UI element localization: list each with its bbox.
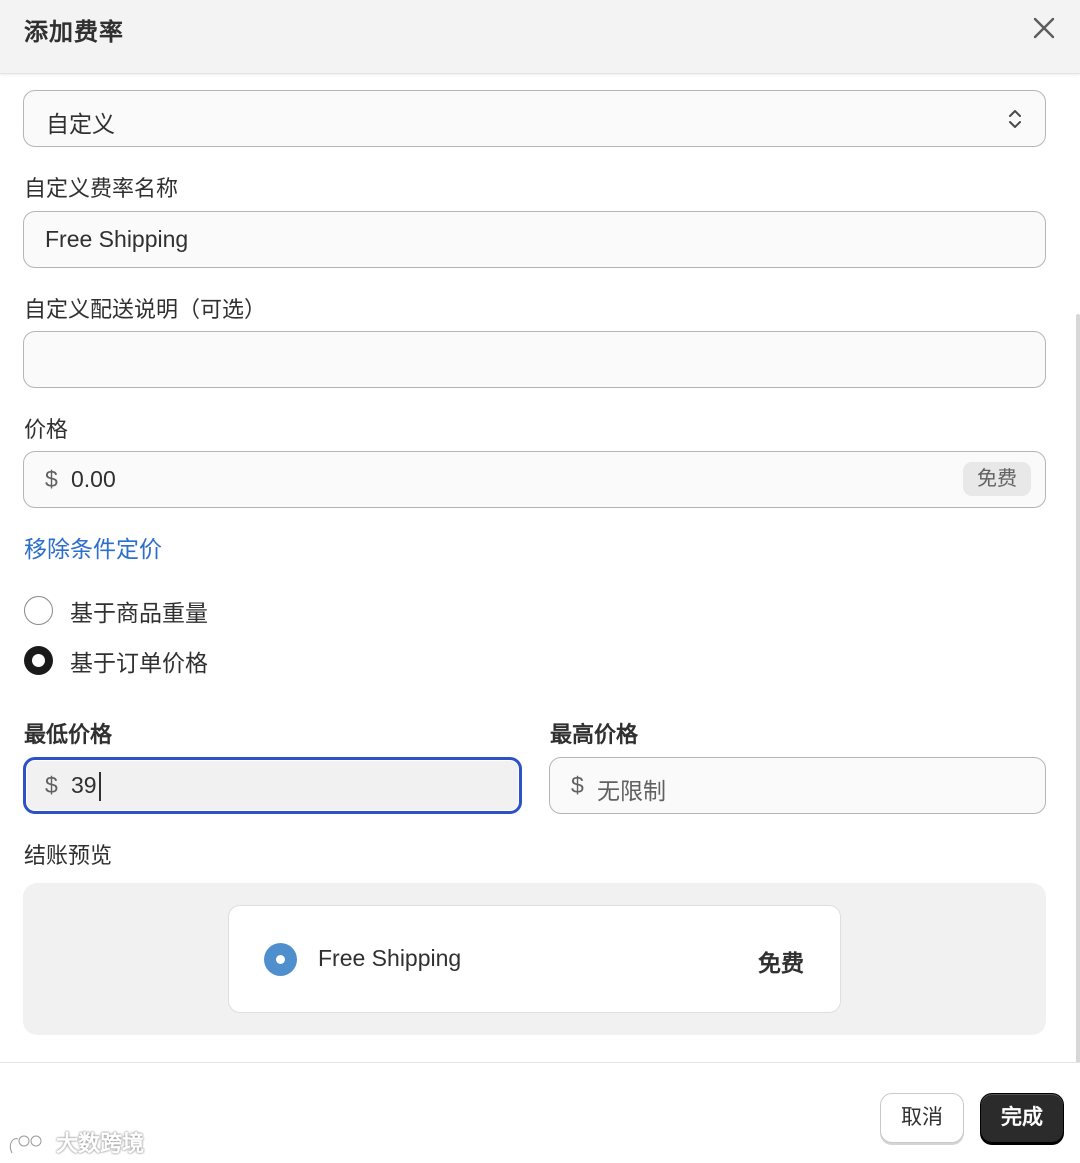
- watermark: 大数跨境: [6, 1126, 144, 1160]
- modal-body: 自定义 自定义费率名称 Free Shipping 自定义配送说明（可选） 价格…: [0, 74, 1080, 1062]
- text-cursor: [99, 772, 101, 801]
- rate-type-select[interactable]: 自定义: [23, 90, 1046, 147]
- rate-name-input[interactable]: Free Shipping: [23, 211, 1046, 268]
- delivery-description-input[interactable]: [23, 331, 1046, 388]
- min-price-value: 39: [71, 772, 97, 798]
- min-price-label: 最低价格: [24, 722, 113, 747]
- price-label: 价格: [24, 417, 69, 442]
- modal-title: 添加费率: [24, 19, 124, 46]
- max-price-label: 最高价格: [550, 722, 639, 747]
- watermark-text: 大数跨境: [56, 1131, 145, 1156]
- currency-symbol: $: [45, 466, 58, 492]
- max-price-placeholder: 无限制: [597, 778, 666, 804]
- delivery-description-label: 自定义配送说明（可选）: [24, 297, 267, 322]
- modal-header: 添加费率: [0, 0, 1080, 74]
- close-icon: [1033, 17, 1055, 39]
- done-button[interactable]: 完成: [980, 1093, 1064, 1143]
- price-input[interactable]: $ 0.00 免费: [23, 451, 1046, 508]
- preview-rate-card: Free Shipping 免费: [228, 905, 841, 1013]
- radio-button-selected[interactable]: [24, 646, 53, 675]
- modal-footer: 取消 完成: [0, 1062, 1080, 1163]
- radio-label-order-price: 基于订单价格: [70, 650, 208, 676]
- min-price-input[interactable]: $ 39: [23, 757, 522, 814]
- preview-radio-icon: [264, 943, 297, 976]
- max-price-input[interactable]: $ 无限制: [549, 757, 1046, 814]
- rate-name-label: 自定义费率名称: [24, 176, 179, 201]
- checkout-preview: Free Shipping 免费: [23, 883, 1046, 1035]
- rate-name-value: Free Shipping: [45, 226, 189, 252]
- free-badge: 免费: [963, 462, 1031, 496]
- add-rate-modal: 添加费率 自定义 自定义费率名称 Free Shipping 自定义配送说明（可…: [0, 0, 1080, 1163]
- min-price-currency: $: [45, 772, 58, 798]
- rate-type-value: 自定义: [46, 111, 115, 137]
- radio-label-weight: 基于商品重量: [70, 600, 208, 626]
- radio-button-unselected[interactable]: [24, 596, 53, 625]
- chevron-up-down-icon: [1009, 110, 1021, 128]
- checkout-preview-label: 结账预览: [24, 843, 113, 868]
- preview-rate-name: Free Shipping: [318, 945, 462, 971]
- price-value: 0.00: [71, 466, 116, 492]
- preview-rate-price: 免费: [758, 950, 804, 976]
- cancel-button[interactable]: 取消: [880, 1093, 964, 1143]
- close-button[interactable]: [1028, 12, 1060, 44]
- watermark-logo-icon: [8, 1134, 43, 1154]
- remove-conditional-pricing-link[interactable]: 移除条件定价: [24, 530, 162, 564]
- max-price-currency: $: [571, 772, 584, 798]
